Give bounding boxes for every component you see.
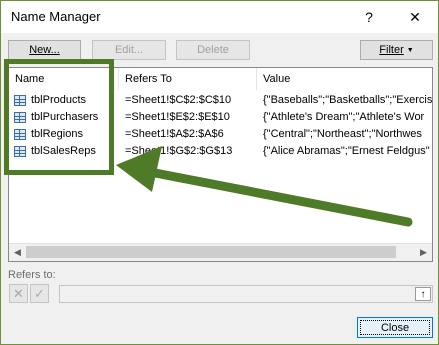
- refers-to-label: Refers to:: [8, 269, 56, 281]
- list-item[interactable]: tblProducts =Sheet1!$C$2:$C$10 {"Basebal…: [9, 92, 432, 109]
- list-item[interactable]: tblPurchasers =Sheet1!$E$2:$E$10 {"Athle…: [9, 109, 432, 126]
- value-cell: {"Alice Abramas";"Ernest Feldgus": [263, 145, 430, 157]
- name-cell: tblSalesReps: [31, 145, 96, 157]
- table-icon: [14, 112, 26, 123]
- name-cell: tblPurchasers: [31, 111, 99, 123]
- refers-to-cell: =Sheet1!$G$2:$G$13: [125, 145, 233, 157]
- name-cell: tblProducts: [31, 94, 87, 106]
- dropdown-arrow-icon: ▼: [406, 46, 414, 54]
- column-header-refers-to[interactable]: Refers To: [119, 68, 257, 90]
- value-cell: {"Athlete's Dream";"Athlete's Wor: [263, 111, 425, 123]
- dialog-title: Name Manager: [11, 9, 101, 24]
- name-cell: tblRegions: [31, 128, 83, 140]
- refers-to-cell: =Sheet1!$E$2:$E$10: [125, 111, 230, 123]
- refers-to-cell: =Sheet1!$C$2:$C$10: [125, 94, 232, 106]
- cancel-edit-button[interactable]: ✕: [9, 284, 28, 303]
- names-list[interactable]: Name Refers To Value tblProducts =Sheet1…: [8, 67, 433, 262]
- column-header-value[interactable]: Value: [257, 68, 432, 90]
- help-button[interactable]: ?: [346, 1, 392, 33]
- table-icon: [14, 146, 26, 157]
- refers-to-input[interactable]: ↑: [59, 285, 433, 303]
- scrollbar-thumb[interactable]: [26, 246, 396, 258]
- list-item[interactable]: tblRegions =Sheet1!$A$2:$A$6 {"Central";…: [9, 126, 432, 143]
- checkmark-icon: ✓: [34, 285, 45, 301]
- close-window-button[interactable]: ✕: [392, 1, 438, 33]
- scroll-left-icon[interactable]: ◀: [9, 244, 26, 261]
- value-cell: {"Central";"Northeast";"Northwes: [263, 128, 422, 140]
- new-button-label: New...: [29, 44, 60, 56]
- up-arrow-icon: ↑: [420, 288, 426, 300]
- delete-button[interactable]: Delete: [176, 40, 250, 60]
- value-cell: {"Baseballs";"Basketballs";"Exercis: [263, 94, 433, 106]
- scroll-right-icon[interactable]: ▶: [415, 244, 432, 261]
- filter-button[interactable]: Filter ▼: [360, 40, 433, 60]
- list-item[interactable]: tblSalesReps =Sheet1!$G$2:$G$13 {"Alice …: [9, 143, 432, 160]
- x-icon: ✕: [13, 285, 24, 301]
- table-icon: [14, 95, 26, 106]
- confirm-edit-button[interactable]: ✓: [30, 284, 49, 303]
- column-header-name[interactable]: Name: [9, 68, 119, 90]
- collapse-dialog-button[interactable]: ↑: [415, 287, 431, 301]
- refers-to-cell: =Sheet1!$A$2:$A$6: [125, 128, 224, 140]
- new-button[interactable]: New...: [8, 40, 81, 60]
- filter-button-label: Filter: [379, 44, 404, 56]
- edit-button[interactable]: Edit...: [92, 40, 166, 60]
- table-icon: [14, 129, 26, 140]
- close-button[interactable]: Close: [357, 317, 433, 338]
- name-manager-dialog: Name Manager ? ✕ New... Edit... Delete F…: [0, 0, 439, 345]
- title-bar: Name Manager ? ✕: [1, 1, 438, 33]
- horizontal-scrollbar[interactable]: ◀ ▶: [9, 243, 432, 261]
